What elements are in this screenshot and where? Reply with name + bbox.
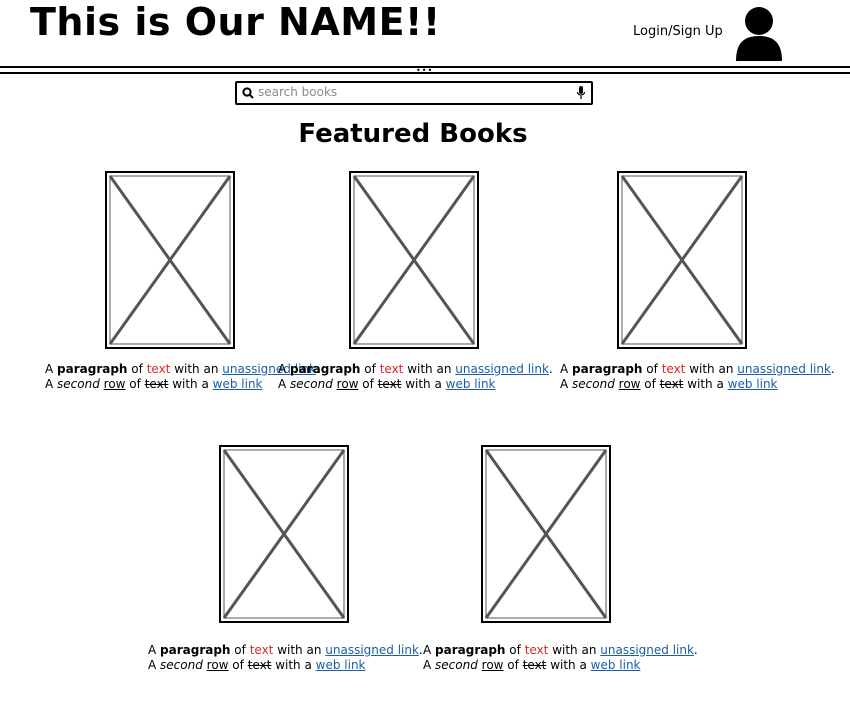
caption-text: with an (273, 643, 326, 657)
caption-text: A (45, 377, 58, 391)
caption-text: with a (401, 377, 446, 391)
book-caption: A paragraph of text with an unassigned l… (148, 643, 423, 673)
caption-underlined-text: row (618, 377, 641, 391)
unassigned-link[interactable]: unassigned link (455, 362, 549, 376)
caption-bold-text: paragraph (290, 362, 361, 376)
caption-text: of (228, 658, 248, 672)
book-cover-image[interactable] (105, 171, 235, 349)
caption-text: of (503, 658, 523, 672)
caption-text: with an (548, 643, 601, 657)
search-icon[interactable] (242, 87, 254, 99)
caption-text: of (360, 362, 380, 376)
book-cover-image[interactable] (617, 171, 747, 349)
caption-text: with a (683, 377, 728, 391)
caption-underlined-text: row (103, 377, 126, 391)
caption-underlined-text: row (481, 658, 504, 672)
caption-strikethrough-text: text (659, 377, 684, 391)
caption-colored-text: text (661, 362, 686, 376)
caption-text: A (278, 362, 291, 376)
caption-text: of (640, 377, 660, 391)
caption-text: A (148, 643, 161, 657)
web-link[interactable]: web link (446, 377, 496, 391)
caption-italic-text: second (57, 377, 100, 391)
caption-text: of (642, 362, 662, 376)
caption-text: of (125, 377, 145, 391)
image-placeholder-icon (481, 445, 611, 623)
caption-italic-text: second (160, 658, 203, 672)
caption-text: with a (271, 658, 316, 672)
caption-strikethrough-text: text (377, 377, 402, 391)
search-bar[interactable] (235, 81, 593, 105)
caption-text: A (560, 377, 573, 391)
caption-colored-text: text (146, 362, 171, 376)
caption-text: of (230, 643, 250, 657)
caption-text: with an (403, 362, 456, 376)
caption-italic-text: second (290, 377, 333, 391)
caption-line-2: A second row of text with a web link (148, 658, 423, 673)
image-placeholder-icon (105, 171, 235, 349)
caption-text: of (127, 362, 147, 376)
caption-strikethrough-text: text (247, 658, 272, 672)
web-link[interactable]: web link (213, 377, 263, 391)
caption-text: . (830, 362, 835, 376)
caption-italic-text: second (435, 658, 478, 672)
caption-text: with an (685, 362, 738, 376)
caption-colored-text: text (249, 643, 274, 657)
caption-line-1: A paragraph of text with an unassigned l… (423, 643, 698, 658)
unassigned-link[interactable]: unassigned link (600, 643, 694, 657)
caption-text: . (548, 362, 553, 376)
web-link[interactable]: web link (591, 658, 641, 672)
caption-underlined-text: row (336, 377, 359, 391)
caption-text: . (693, 643, 698, 657)
caption-text: A (423, 658, 436, 672)
caption-line-1: A paragraph of text with an unassigned l… (560, 362, 835, 377)
caption-text: with a (546, 658, 591, 672)
web-link[interactable]: web link (728, 377, 778, 391)
caption-bold-text: paragraph (160, 643, 231, 657)
caption-line-1: A paragraph of text with an unassigned l… (278, 362, 553, 377)
microphone-icon[interactable] (576, 86, 586, 100)
caption-colored-text: text (379, 362, 404, 376)
caption-bold-text: paragraph (435, 643, 506, 657)
caption-text: A (560, 362, 573, 376)
image-placeholder-icon (349, 171, 479, 349)
drag-handle-icon[interactable]: ••• (416, 67, 433, 75)
caption-strikethrough-text: text (522, 658, 547, 672)
caption-line-2: A second row of text with a web link (560, 377, 835, 392)
user-avatar-icon[interactable] (732, 3, 786, 63)
image-placeholder-icon (617, 171, 747, 349)
unassigned-link[interactable]: unassigned link (325, 643, 419, 657)
book-caption: A paragraph of text with an unassigned l… (278, 362, 553, 392)
featured-books-title: Featured Books (298, 119, 528, 149)
site-title: This is Our NAME!! (30, 0, 441, 44)
book-cover-image[interactable] (349, 171, 479, 349)
book-caption: A paragraph of text with an unassigned l… (423, 643, 698, 673)
book-cover-image[interactable] (219, 445, 349, 623)
caption-text: A (45, 362, 58, 376)
caption-text: A (148, 658, 161, 672)
search-input[interactable] (258, 84, 558, 100)
book-cover-image[interactable] (481, 445, 611, 623)
caption-line-2: A second row of text with a web link (278, 377, 553, 392)
caption-text: of (358, 377, 378, 391)
caption-underlined-text: row (206, 658, 229, 672)
book-caption: A paragraph of text with an unassigned l… (560, 362, 835, 392)
image-placeholder-icon (219, 445, 349, 623)
caption-line-1: A paragraph of text with an unassigned l… (148, 643, 423, 658)
caption-bold-text: paragraph (57, 362, 128, 376)
unassigned-link[interactable]: unassigned link (737, 362, 831, 376)
caption-colored-text: text (524, 643, 549, 657)
caption-text: with an (170, 362, 223, 376)
caption-italic-text: second (572, 377, 615, 391)
caption-text: A (278, 377, 291, 391)
caption-line-2: A second row of text with a web link (423, 658, 698, 673)
caption-text: with a (168, 377, 213, 391)
web-link[interactable]: web link (316, 658, 366, 672)
caption-text: A (423, 643, 436, 657)
caption-strikethrough-text: text (144, 377, 169, 391)
caption-text: of (505, 643, 525, 657)
login-signup-link[interactable]: Login/Sign Up (633, 24, 723, 39)
caption-bold-text: paragraph (572, 362, 643, 376)
